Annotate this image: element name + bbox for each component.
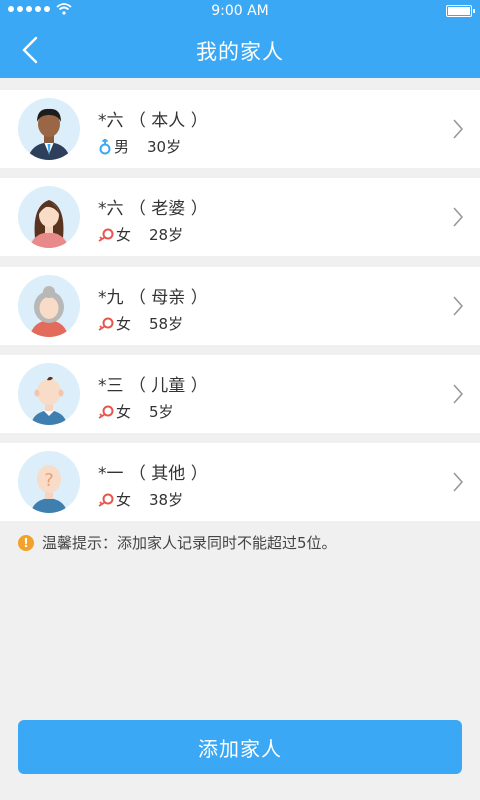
member-age: 5岁 — [149, 403, 174, 421]
page-title: 我的家人 — [196, 40, 284, 64]
man-avatar — [18, 98, 80, 160]
add-family-button[interactable]: 添加家人 — [18, 720, 462, 774]
member-card-5[interactable]: ? *一 （ 其他 ） 女 38岁 — [0, 443, 480, 521]
nav-bar: 我的家人 — [0, 22, 480, 78]
female-icon — [98, 405, 114, 419]
member-gender: 女 — [116, 403, 132, 421]
battery-icon — [446, 5, 475, 17]
chevron-right-icon — [453, 384, 464, 404]
status-bar: 9:00 AM — [0, 0, 480, 22]
chevron-right-icon — [453, 296, 464, 316]
member-card-3[interactable]: *九 （ 母亲 ） 女 58岁 — [0, 267, 480, 345]
member-name: *三 （ 儿童 ） — [98, 376, 208, 396]
member-name: *九 （ 母亲 ） — [98, 288, 208, 308]
member-name: *六 （ 本人 ） — [98, 111, 208, 131]
member-age: 30岁 — [147, 138, 182, 156]
member-gender: 女 — [116, 315, 132, 333]
member-age: 28岁 — [149, 226, 184, 244]
woman-avatar — [18, 186, 80, 248]
member-card-1[interactable]: *六 （ 本人 ） 男 30岁 — [0, 90, 480, 168]
member-info: 女 38岁 — [98, 489, 183, 510]
member-info: 女 58岁 — [98, 313, 183, 334]
member-gender: 女 — [116, 491, 132, 509]
status-time: 9:00 AM — [211, 3, 269, 19]
female-icon — [98, 317, 114, 331]
chevron-right-icon — [453, 207, 464, 227]
member-age: 38岁 — [149, 491, 184, 509]
unknown-person-avatar: ? — [18, 451, 80, 513]
member-info: 女 28岁 — [98, 224, 183, 245]
female-icon — [98, 228, 114, 242]
tip-notice: ! 温馨提示：添加家人记录同时不能超过5位。 — [18, 532, 337, 553]
member-gender: 男 — [114, 138, 130, 156]
warning-icon: ! — [18, 534, 34, 551]
chevron-right-icon — [453, 472, 464, 492]
member-name: *六 （ 老婆 ） — [98, 199, 208, 219]
member-info: 女 5岁 — [98, 401, 174, 422]
elder-woman-avatar — [18, 275, 80, 337]
member-gender: 女 — [116, 226, 132, 244]
chevron-right-icon — [453, 119, 464, 139]
male-icon — [99, 138, 111, 154]
tip-text: 温馨提示：添加家人记录同时不能超过5位。 — [42, 534, 337, 552]
svg-text:?: ? — [44, 470, 54, 491]
female-icon — [98, 493, 114, 507]
member-card-4[interactable]: *三 （ 儿童 ） 女 5岁 — [0, 355, 480, 433]
member-age: 58岁 — [149, 315, 184, 333]
member-card-2[interactable]: *六 （ 老婆 ） 女 28岁 — [0, 178, 480, 256]
member-name: *一 （ 其他 ） — [98, 464, 208, 484]
app-header: 9:00 AM 我的家人 — [0, 0, 480, 78]
member-info: 男 30岁 — [98, 136, 181, 157]
child-avatar — [18, 363, 80, 425]
